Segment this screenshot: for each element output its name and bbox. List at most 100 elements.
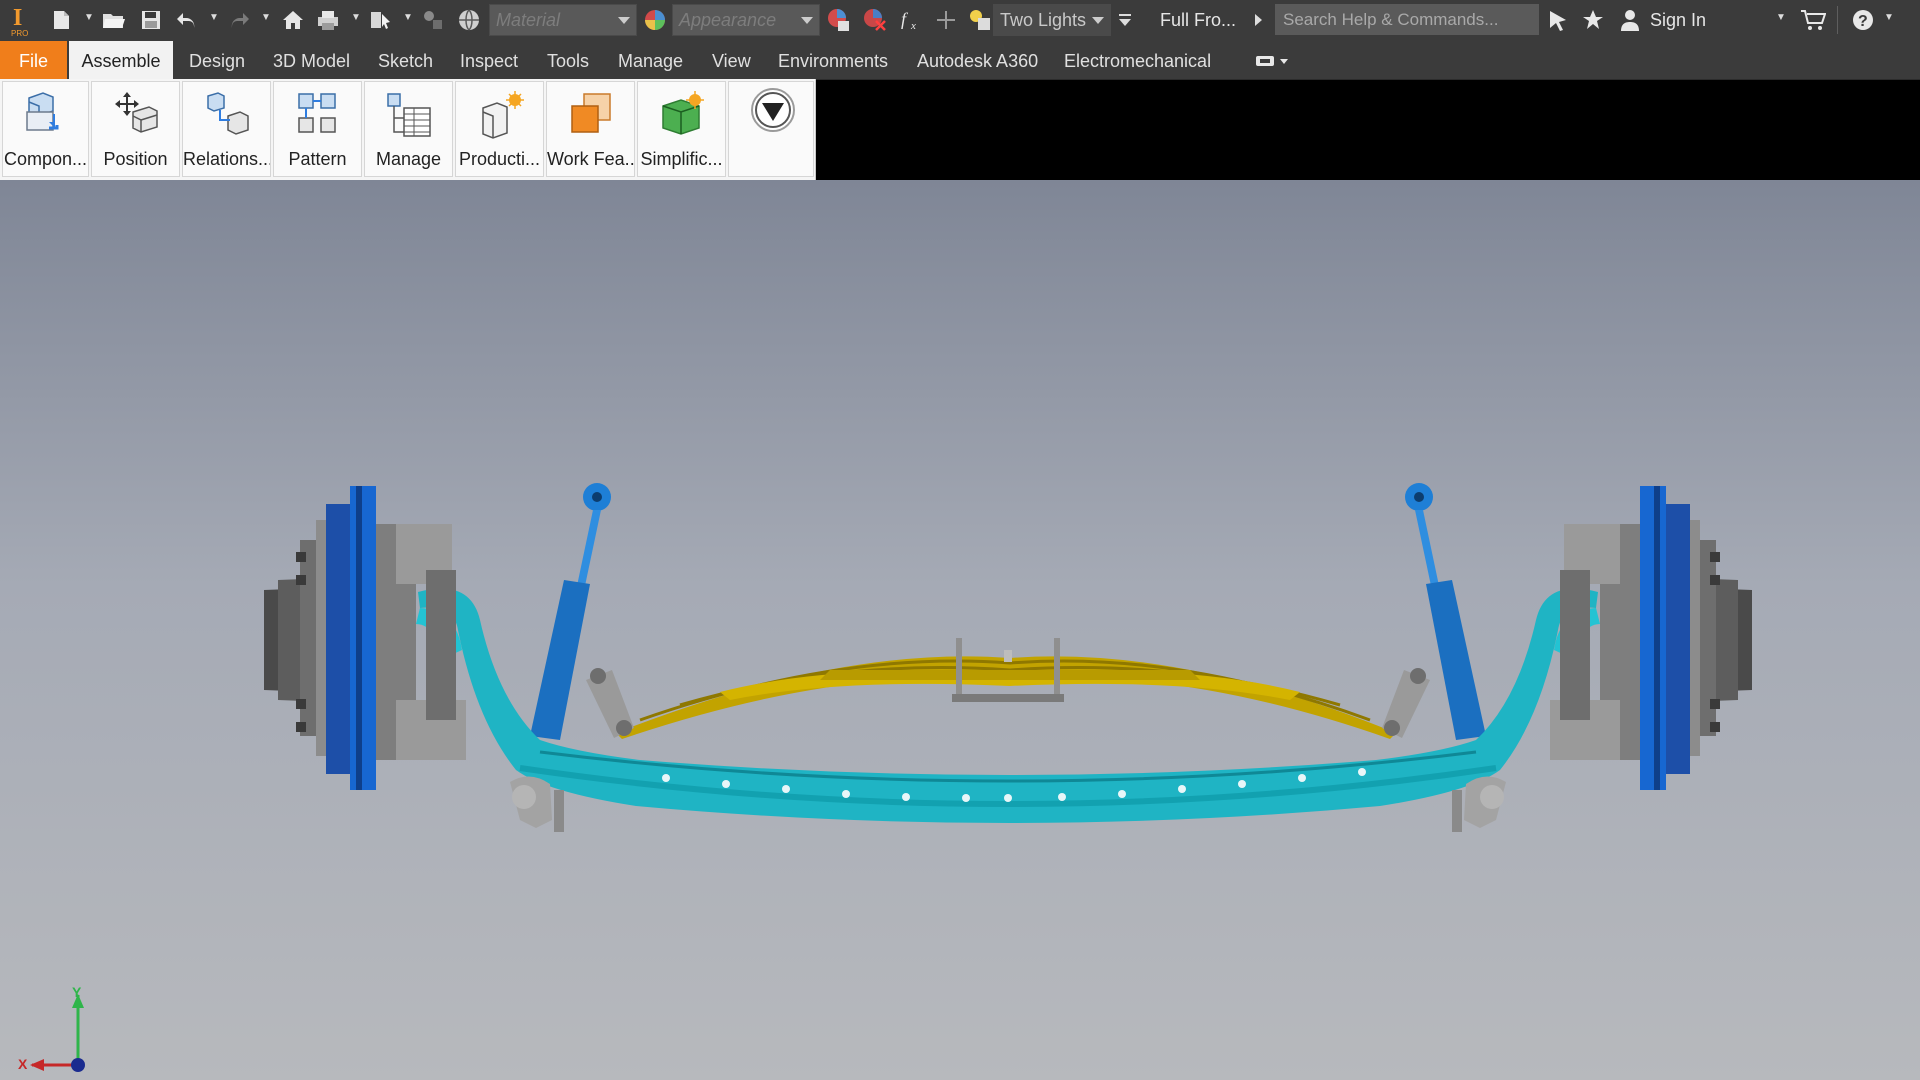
manage-bom-button[interactable]: Manage: [364, 81, 453, 177]
subscription-icon[interactable]: [1545, 6, 1571, 34]
material-combobox[interactable]: Material: [489, 4, 637, 36]
lighting-label: Two Lights: [1000, 9, 1087, 30]
print-icon[interactable]: [315, 6, 341, 34]
appearance-sphere-icon[interactable]: [642, 6, 668, 34]
appearance-dropdown-arrow-icon[interactable]: [801, 17, 813, 24]
left-spring-shackle[interactable]: [586, 668, 634, 738]
undo-dropdown-caret-icon[interactable]: ▼: [209, 12, 219, 23]
svg-text:PRO: PRO: [11, 29, 28, 38]
svg-text:f: f: [901, 9, 909, 29]
relationships-icon: [206, 92, 249, 135]
shopping-cart-icon[interactable]: [1800, 6, 1826, 34]
position-button[interactable]: Position: [91, 81, 180, 177]
toolbar-divider: [1837, 6, 1838, 34]
lighting-style-icon[interactable]: [967, 6, 993, 34]
ribbon-overflow-button[interactable]: [728, 81, 814, 177]
tab-file[interactable]: File: [0, 41, 67, 79]
help-dropdown-caret-icon[interactable]: ▼: [1884, 12, 1894, 23]
material-placeholder: Material: [496, 9, 561, 30]
adaptivity-icon[interactable]: [420, 6, 446, 34]
productivity-button[interactable]: Producti...: [455, 81, 544, 177]
tab-sketch[interactable]: Sketch: [378, 41, 433, 79]
user-account-icon[interactable]: [1617, 6, 1643, 34]
tab-environments[interactable]: Environments: [778, 41, 888, 79]
clear-appearance-icon[interactable]: [862, 6, 888, 34]
new-dropdown-caret-icon[interactable]: ▼: [84, 12, 94, 23]
lighting-dropdown-arrow-icon[interactable]: [1092, 17, 1104, 24]
inventor-pro-logo-icon[interactable]: I PRO: [8, 0, 32, 41]
position-move-icon: [114, 92, 158, 133]
sign-in-label[interactable]: Sign In: [1650, 0, 1706, 41]
view-name-label[interactable]: Full Fro...: [1160, 0, 1236, 41]
right-wheel-hub-assembly[interactable]: [1550, 486, 1752, 790]
select-filter-icon[interactable]: [368, 6, 394, 34]
tab-3d-model[interactable]: 3D Model: [273, 41, 350, 79]
material-dropdown-arrow-icon[interactable]: [618, 17, 630, 24]
redo-dropdown-caret-icon[interactable]: ▼: [261, 12, 271, 23]
customize-qat-icon[interactable]: [1112, 6, 1138, 34]
add-plus-icon[interactable]: [933, 6, 959, 34]
appearance-combobox[interactable]: Appearance: [672, 4, 820, 36]
relationships-button[interactable]: Relations...: [182, 81, 271, 177]
work-features-label: Work Fea...: [547, 149, 634, 169]
tab-electromechanical[interactable]: Electromechanical: [1064, 41, 1211, 79]
coordinate-triad: Y X: [10, 984, 90, 1080]
undo-icon[interactable]: [174, 6, 200, 34]
simplification-icon: [661, 91, 704, 135]
adjust-appearance-icon[interactable]: [826, 6, 852, 34]
print-dropdown-caret-icon[interactable]: ▼: [351, 12, 361, 23]
position-label: Position: [103, 149, 168, 169]
triad-y-label: Y: [72, 984, 82, 1000]
pattern-label: Pattern: [288, 149, 347, 169]
tab-assemble[interactable]: Assemble: [69, 41, 173, 79]
favorites-star-icon[interactable]: [1580, 6, 1606, 34]
ribbon-panel: Compon... Position Relations... Pattern: [0, 79, 1920, 180]
manage-bom-icon: [386, 93, 431, 137]
productivity-icon: [481, 91, 524, 139]
open-folder-icon[interactable]: [101, 6, 127, 34]
redo-icon[interactable]: [226, 6, 252, 34]
ribbon-display-options-icon[interactable]: [1254, 53, 1294, 74]
tab-autodesk-a360[interactable]: Autodesk A360: [917, 41, 1038, 79]
svg-text:I: I: [13, 5, 22, 31]
place-component-label: Compon...: [3, 149, 88, 169]
parameters-fx-icon[interactable]: fx: [898, 6, 924, 34]
tab-tools[interactable]: Tools: [547, 41, 589, 79]
lighting-combobox[interactable]: Two Lights: [993, 4, 1111, 36]
right-spring-shackle[interactable]: [1382, 668, 1430, 738]
pattern-button[interactable]: Pattern: [273, 81, 362, 177]
sign-in-dropdown-caret-icon[interactable]: ▼: [1776, 12, 1786, 23]
appearance-placeholder: Appearance: [679, 9, 777, 30]
tab-design[interactable]: Design: [189, 41, 245, 79]
i-beam-axle[interactable]: [416, 588, 1600, 824]
simplification-button[interactable]: Simplific...: [637, 81, 726, 177]
home-icon[interactable]: [280, 6, 306, 34]
left-wheel-hub-assembly[interactable]: [264, 486, 466, 790]
ribbon-tab-bar: File Assemble Design 3D Model Sketch Ins…: [0, 41, 1920, 80]
tab-manage[interactable]: Manage: [618, 41, 683, 79]
work-features-button[interactable]: Work Fea...: [546, 81, 635, 177]
save-icon[interactable]: [138, 6, 164, 34]
tab-inspect[interactable]: Inspect: [460, 41, 518, 79]
graphics-viewport[interactable]: Y X: [0, 180, 1920, 1080]
update-globe-icon[interactable]: [456, 6, 482, 34]
pattern-icon: [297, 93, 336, 133]
overflow-down-arrow-icon: [751, 88, 795, 132]
triad-x-label: X: [18, 1056, 28, 1072]
new-file-icon[interactable]: [48, 6, 74, 34]
component-place-icon: [25, 92, 58, 131]
work-features-icon: [570, 93, 611, 133]
select-dropdown-caret-icon[interactable]: ▼: [403, 12, 413, 23]
svg-text:?: ?: [1858, 13, 1868, 30]
search-help-input[interactable]: Search Help & Commands...: [1275, 4, 1539, 35]
place-component-button[interactable]: Compon...: [2, 81, 89, 177]
quick-access-toolbar: I PRO ▼ ▼ ▼ ▼ ▼ Material Appearance fx Tw…: [0, 0, 1920, 41]
tab-view[interactable]: View: [712, 41, 751, 79]
help-question-icon[interactable]: ?: [1850, 6, 1876, 34]
productivity-label: Producti...: [458, 149, 541, 169]
simplification-label: Simplific...: [640, 149, 723, 169]
expand-right-arrow-icon[interactable]: [1251, 6, 1265, 34]
relationships-label: Relations...: [183, 149, 270, 169]
front-axle-assembly-model[interactable]: [0, 180, 1920, 1080]
manage-label: Manage: [375, 149, 442, 169]
